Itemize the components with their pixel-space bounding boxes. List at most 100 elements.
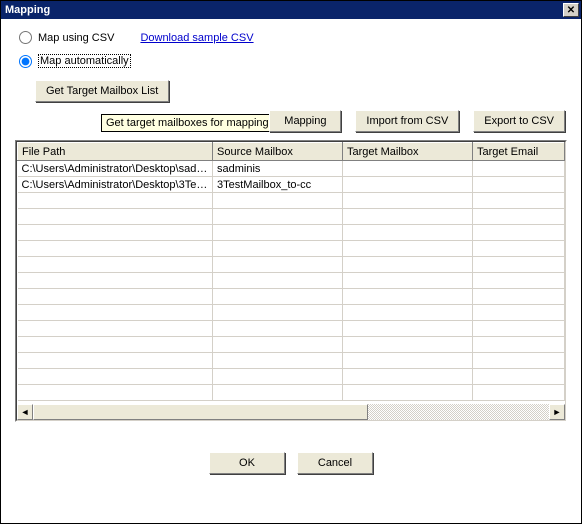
table-cell[interactable] xyxy=(343,273,473,289)
cancel-button[interactable]: Cancel xyxy=(297,452,373,474)
table-row[interactable]: C:\Users\Administrator\Desktop\sadm...sa… xyxy=(18,161,565,177)
table-cell[interactable]: sadminis xyxy=(213,161,343,177)
table-cell[interactable] xyxy=(18,193,213,209)
table-cell[interactable] xyxy=(213,241,343,257)
table-cell[interactable] xyxy=(18,241,213,257)
radio-map-auto-label[interactable]: Map automatically xyxy=(38,54,131,68)
table-cell[interactable] xyxy=(213,369,343,385)
table-cell[interactable] xyxy=(18,369,213,385)
mapping-button[interactable]: Mapping xyxy=(269,110,341,132)
ok-button[interactable]: OK xyxy=(209,452,285,474)
table-cell[interactable] xyxy=(343,353,473,369)
import-csv-button[interactable]: Import from CSV xyxy=(355,110,459,132)
table-row[interactable] xyxy=(18,321,565,337)
table-row[interactable] xyxy=(18,385,565,401)
table-cell[interactable] xyxy=(343,321,473,337)
tooltip: Get target mailboxes for mapping xyxy=(101,114,274,132)
table-cell[interactable] xyxy=(18,273,213,289)
table-cell[interactable] xyxy=(473,321,565,337)
table-row[interactable] xyxy=(18,289,565,305)
scroll-left-icon[interactable]: ◄ xyxy=(17,404,33,420)
table-cell[interactable] xyxy=(18,337,213,353)
close-icon[interactable]: ✕ xyxy=(563,3,579,17)
table-cell[interactable] xyxy=(18,353,213,369)
horizontal-scrollbar[interactable]: ◄ ► xyxy=(17,404,565,420)
table-cell[interactable] xyxy=(18,289,213,305)
table-cell[interactable] xyxy=(473,337,565,353)
table-cell[interactable] xyxy=(473,225,565,241)
table-cell[interactable] xyxy=(343,193,473,209)
table-cell[interactable]: 3TestMailbox_to-cc xyxy=(213,177,343,193)
table-cell[interactable] xyxy=(18,385,213,401)
table-row[interactable] xyxy=(18,241,565,257)
table-row[interactable] xyxy=(18,257,565,273)
table-row[interactable] xyxy=(18,305,565,321)
table-row[interactable] xyxy=(18,337,565,353)
col-target-email[interactable]: Target Email xyxy=(473,143,565,161)
table-cell[interactable] xyxy=(213,289,343,305)
table-cell[interactable] xyxy=(343,289,473,305)
table-cell[interactable] xyxy=(473,241,565,257)
scroll-thumb[interactable] xyxy=(33,404,368,420)
table-cell[interactable] xyxy=(473,385,565,401)
table-row[interactable] xyxy=(18,209,565,225)
table-cell[interactable] xyxy=(473,257,565,273)
table-cell[interactable] xyxy=(343,337,473,353)
titlebar: Mapping ✕ xyxy=(1,1,581,19)
table-cell[interactable] xyxy=(343,177,473,193)
table-cell[interactable] xyxy=(343,225,473,241)
col-source-mailbox[interactable]: Source Mailbox xyxy=(213,143,343,161)
table-row[interactable] xyxy=(18,273,565,289)
col-file-path[interactable]: File Path xyxy=(18,143,213,161)
scroll-right-icon[interactable]: ► xyxy=(549,404,565,420)
table-row[interactable]: C:\Users\Administrator\Desktop\3Tes...3T… xyxy=(18,177,565,193)
table-cell[interactable] xyxy=(473,289,565,305)
table-cell[interactable] xyxy=(213,273,343,289)
table-row[interactable] xyxy=(18,225,565,241)
mapping-table[interactable]: File Path Source Mailbox Target Mailbox … xyxy=(17,142,565,401)
table-cell[interactable] xyxy=(473,193,565,209)
table-cell[interactable] xyxy=(473,273,565,289)
table-cell[interactable] xyxy=(343,385,473,401)
table-cell[interactable] xyxy=(18,321,213,337)
table-cell[interactable] xyxy=(473,353,565,369)
table-cell[interactable] xyxy=(473,305,565,321)
table-cell[interactable] xyxy=(343,305,473,321)
table-cell[interactable] xyxy=(18,257,213,273)
table-row[interactable] xyxy=(18,193,565,209)
download-sample-link[interactable]: Download sample CSV xyxy=(140,32,253,44)
table-cell[interactable] xyxy=(213,193,343,209)
table-cell[interactable] xyxy=(213,321,343,337)
table-cell[interactable] xyxy=(343,209,473,225)
table-cell[interactable] xyxy=(213,353,343,369)
table-cell[interactable] xyxy=(213,225,343,241)
radio-map-csv-row: Map using CSV Download sample CSV xyxy=(19,31,571,44)
radio-map-csv[interactable] xyxy=(19,31,32,44)
table-row[interactable] xyxy=(18,353,565,369)
table-cell[interactable] xyxy=(18,305,213,321)
col-target-mailbox[interactable]: Target Mailbox xyxy=(343,143,473,161)
table-cell[interactable] xyxy=(213,337,343,353)
table-cell[interactable]: C:\Users\Administrator\Desktop\sadm... xyxy=(18,161,213,177)
table-cell[interactable]: C:\Users\Administrator\Desktop\3Tes... xyxy=(18,177,213,193)
table-cell[interactable] xyxy=(18,225,213,241)
table-row[interactable] xyxy=(18,369,565,385)
table-cell[interactable] xyxy=(18,209,213,225)
table-cell[interactable] xyxy=(343,257,473,273)
table-cell[interactable] xyxy=(343,161,473,177)
table-cell[interactable] xyxy=(213,257,343,273)
table-cell[interactable] xyxy=(473,177,565,193)
radio-map-csv-label[interactable]: Map using CSV xyxy=(38,32,114,44)
table-cell[interactable] xyxy=(473,161,565,177)
table-cell[interactable] xyxy=(213,305,343,321)
table-cell[interactable] xyxy=(343,241,473,257)
scroll-track[interactable] xyxy=(33,404,549,420)
table-cell[interactable] xyxy=(213,385,343,401)
table-cell[interactable] xyxy=(213,209,343,225)
table-cell[interactable] xyxy=(473,369,565,385)
table-cell[interactable] xyxy=(343,369,473,385)
radio-map-auto[interactable] xyxy=(19,55,32,68)
table-cell[interactable] xyxy=(473,209,565,225)
get-target-mailbox-list-button[interactable]: Get Target Mailbox List xyxy=(35,80,169,102)
export-csv-button[interactable]: Export to CSV xyxy=(473,110,565,132)
